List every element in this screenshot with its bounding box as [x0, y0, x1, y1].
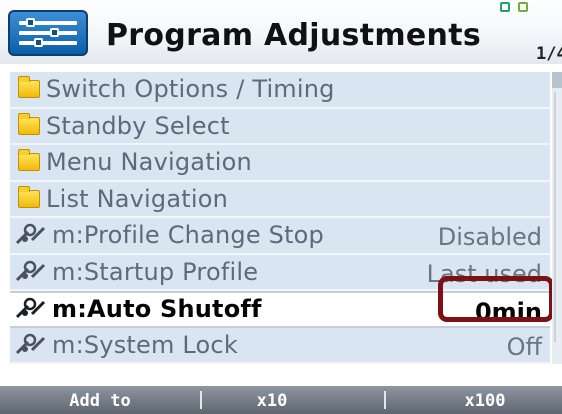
folder-icon [18, 76, 40, 99]
list-item-value: Disabled [437, 223, 542, 251]
softkey-add-to[interactable]: Add to [40, 391, 160, 411]
folder-icon [18, 185, 40, 208]
list-item-label: Standby Select [46, 111, 230, 140]
status-icons [498, 0, 562, 14]
list-item-label: List Navigation [46, 184, 229, 213]
list-item-profile-change-stop[interactable]: m:Profile Change Stop Disabled [10, 218, 550, 255]
list-item-list-navigation[interactable]: List Navigation [10, 181, 550, 218]
status-link-icon [500, 2, 510, 12]
scrollbar-thumb[interactable] [552, 72, 562, 88]
list-item-label: m:Profile Change Stop [52, 221, 324, 250]
softkey-x10[interactable]: x10 [222, 391, 322, 411]
softkey-divider [384, 391, 386, 409]
page-indicator: 1/4 [536, 44, 562, 64]
list-item-switch-options[interactable]: Switch Options / Timing [10, 72, 550, 109]
softkey-divider [200, 391, 202, 409]
folder-icon [18, 112, 40, 135]
list-item-menu-navigation[interactable]: Menu Navigation [10, 145, 550, 182]
list-item-system-lock[interactable]: m:System Lock Off [10, 327, 550, 364]
wrench-icon [15, 260, 46, 281]
folder-icon [18, 149, 40, 172]
scrollbar-track [554, 92, 556, 342]
wrench-icon [15, 333, 46, 354]
list-item-standby-select[interactable]: Standby Select [10, 108, 550, 145]
list-item-label: Switch Options / Timing [46, 75, 335, 104]
page-title: Program Adjustments [106, 18, 482, 53]
list-item-label: m:Auto Shutoff [52, 295, 262, 324]
list-item-label: Menu Navigation [46, 148, 252, 177]
list-scrollbar[interactable] [552, 72, 562, 364]
softkey-x100[interactable]: x100 [430, 391, 540, 411]
wrench-icon [15, 298, 46, 319]
list-item-value: Off [506, 332, 542, 361]
list-item-label: m:System Lock [52, 330, 238, 359]
value-highlight-callout [438, 276, 554, 322]
status-device-icon [518, 2, 528, 12]
header-bar: Program Adjustments 1/4 [0, 0, 562, 64]
softkey-bar: Add to x10 x100 [0, 386, 562, 414]
wrench-icon [15, 224, 46, 245]
list-item-label: m:Startup Profile [52, 257, 259, 286]
settings-menu-icon[interactable] [8, 10, 88, 56]
